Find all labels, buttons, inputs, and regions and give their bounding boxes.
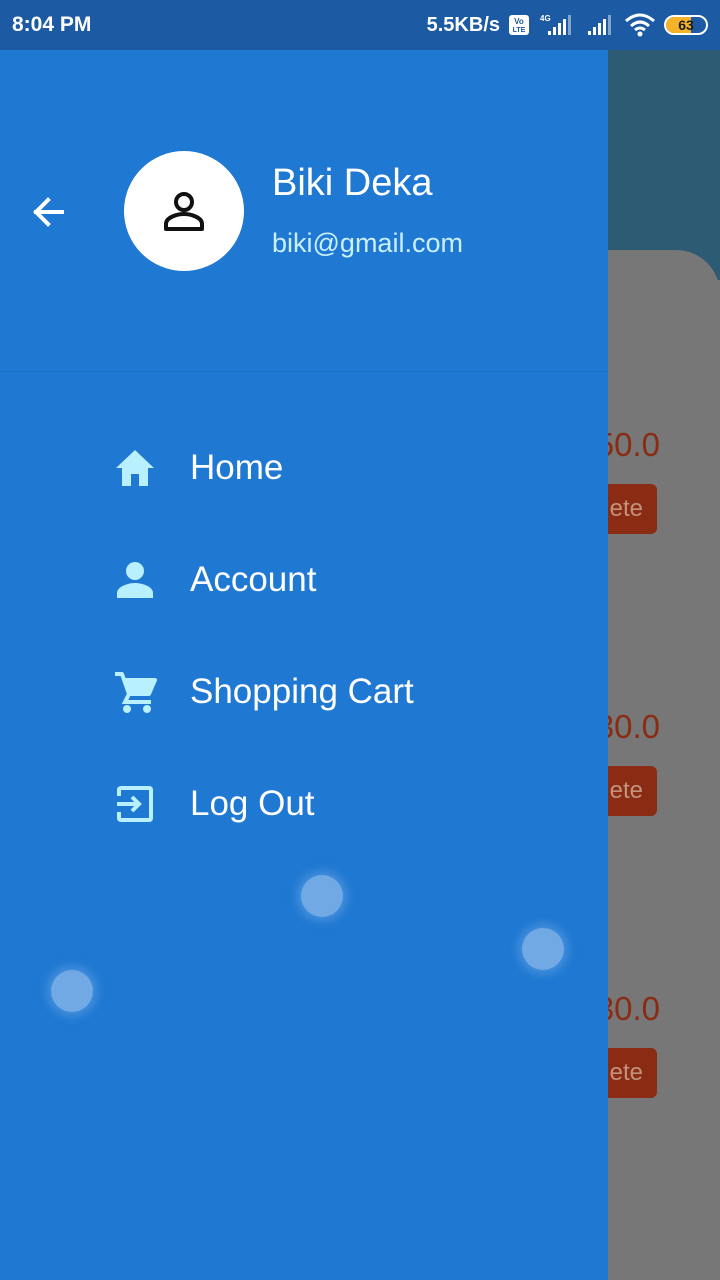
touch-indicator — [51, 970, 93, 1012]
home-icon — [112, 445, 158, 491]
drawer-menu: Home Account Shopping Cart Log Out — [0, 412, 608, 860]
user-email: biki@gmail.com — [272, 228, 463, 258]
network-type: 4G — [540, 14, 551, 23]
person-outline-icon — [164, 192, 204, 231]
touch-indicator — [301, 875, 343, 917]
arrow-back-icon — [33, 197, 64, 227]
touch-indicator — [522, 928, 564, 970]
menu-item-label: Account — [190, 560, 317, 599]
menu-item-account[interactable]: Account — [0, 524, 608, 636]
wifi-icon — [624, 13, 656, 37]
menu-item-label: Home — [190, 448, 284, 487]
navigation-drawer: Biki Deka biki@gmail.com Home Account Sh… — [0, 50, 608, 1280]
svg-text:LTE: LTE — [513, 27, 526, 34]
volte-icon: Vo LTE — [508, 14, 530, 36]
back-button[interactable] — [22, 186, 74, 238]
cart-icon — [112, 669, 158, 715]
drawer-header: Biki Deka biki@gmail.com — [0, 50, 608, 372]
battery-icon: 63 — [664, 15, 708, 35]
avatar[interactable] — [124, 151, 244, 271]
svg-text:Vo: Vo — [514, 17, 524, 26]
person-icon — [112, 557, 158, 603]
user-name: Biki Deka — [272, 162, 433, 204]
status-bar: 8:04 PM 5.5KB/s Vo LTE 4G 63 — [0, 0, 720, 50]
menu-item-home[interactable]: Home — [0, 412, 608, 524]
logout-icon — [112, 781, 158, 827]
status-right: 5.5KB/s Vo LTE 4G 63 — [427, 13, 708, 37]
battery-level: 63 — [678, 17, 694, 33]
network-speed: 5.5KB/s — [426, 13, 500, 36]
signal-icon — [586, 13, 616, 37]
menu-item-shopping-cart[interactable]: Shopping Cart — [0, 636, 608, 748]
menu-item-log-out[interactable]: Log Out — [0, 748, 608, 860]
menu-item-label: Log Out — [190, 784, 315, 823]
menu-item-label: Shopping Cart — [190, 672, 414, 711]
signal-icon: 4G — [538, 13, 578, 37]
status-time: 8:04 PM — [12, 13, 92, 36]
